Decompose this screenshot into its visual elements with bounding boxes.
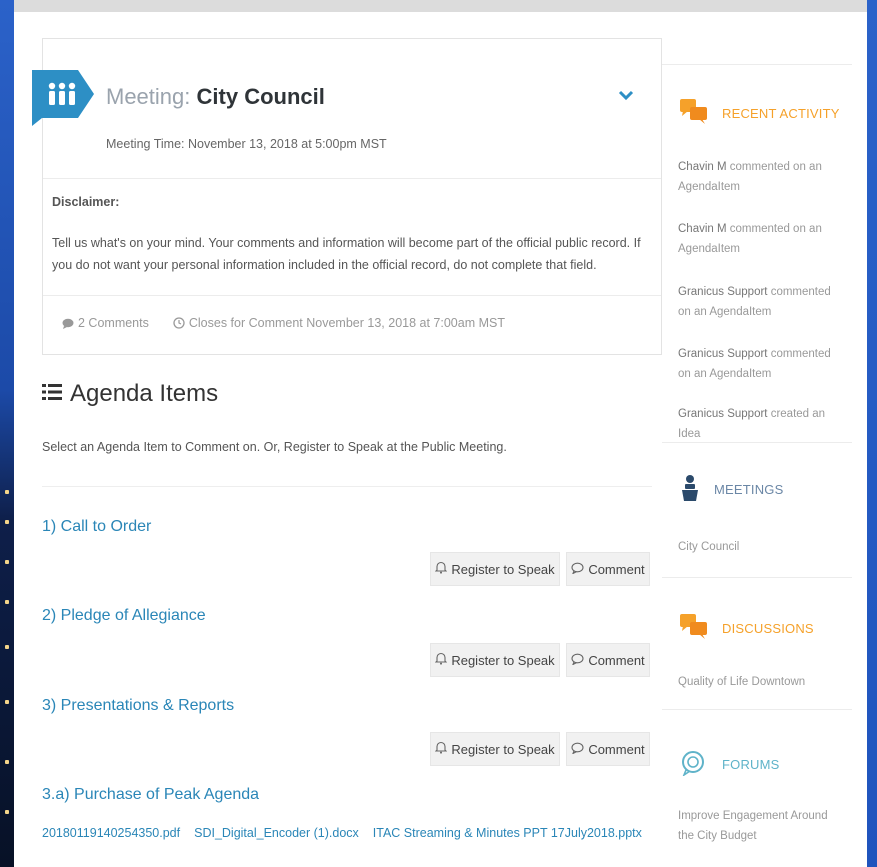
city-light: [5, 760, 9, 764]
agenda-subheading: Select an Agenda Item to Comment on. Or,…: [42, 440, 507, 454]
disclaimer-heading: Disclaimer:: [52, 195, 120, 209]
activity-entry[interactable]: Granicus Support commented on an AgendaI…: [678, 282, 843, 322]
attachment-link[interactable]: SDI_Digital_Encoder (1).docx: [194, 826, 359, 840]
activity-entry-user: Granicus Support: [678, 408, 768, 420]
register-to-speak-button[interactable]: Register to Speak: [430, 643, 560, 677]
agenda-item-link[interactable]: 1) Call to Order: [42, 518, 151, 536]
forum-icon: [680, 750, 708, 779]
chat-bubbles-icon: [680, 99, 708, 128]
activity-entry-user: Chavin M: [678, 223, 727, 235]
comment-label: Comment: [588, 561, 645, 577]
activity-entry[interactable]: Granicus Support created an Idea: [678, 404, 843, 444]
discussions-item[interactable]: Quality of Life Downtown: [678, 672, 843, 692]
city-light: [5, 700, 9, 704]
city-light: [5, 645, 9, 649]
divider: [42, 486, 652, 487]
comments-count-label: 2 Comments: [78, 316, 149, 330]
comment-button[interactable]: Comment: [566, 643, 650, 677]
comment-label: Comment: [588, 741, 645, 757]
comments-count[interactable]: 2 Comments: [62, 316, 149, 330]
activity-entry[interactable]: Granicus Support commented on an AgendaI…: [678, 344, 843, 384]
register-to-speak-label: Register to Speak: [451, 561, 555, 577]
closes-for-comment: Closes for Comment November 13, 2018 at …: [173, 316, 505, 330]
background-right-edge: [867, 0, 877, 867]
activity-entry-user: Granicus Support: [678, 348, 768, 360]
closes-for-comment-label: Closes for Comment November 13, 2018 at …: [188, 316, 505, 330]
city-light: [5, 810, 9, 814]
register-to-speak-button[interactable]: Register to Speak: [430, 552, 560, 586]
activity-entry[interactable]: Chavin M commented on an AgendaItem: [678, 219, 843, 259]
top-bar: [14, 0, 867, 12]
podium-icon: [680, 474, 700, 505]
agenda-subitem-link[interactable]: 3.a) Purchase of Peak Agenda: [42, 786, 259, 804]
agenda-heading-label: Agenda Items: [70, 380, 219, 407]
agenda-heading: Agenda Items: [42, 380, 218, 408]
city-light: [5, 600, 9, 604]
agenda-item-link[interactable]: 3) Presentations & Reports: [42, 697, 234, 715]
register-to-speak-button[interactable]: Register to Speak: [430, 732, 560, 766]
meeting-people-icon: [32, 70, 94, 126]
attachment-link[interactable]: ITAC Streaming & Minutes PPT 17July2018.…: [373, 826, 642, 840]
bell-icon: [435, 561, 448, 577]
comment-icon: [571, 562, 584, 577]
forums-item[interactable]: Improve Engagement Around the City Budge…: [678, 806, 843, 846]
chat-bubbles-icon: [680, 614, 708, 643]
bell-icon: [435, 741, 448, 757]
city-light: [5, 520, 9, 524]
register-to-speak-label: Register to Speak: [451, 652, 555, 668]
background-left-edge: [0, 0, 14, 867]
comment-icon: [571, 742, 584, 757]
discussions-title: DISCUSSIONS: [722, 621, 814, 636]
discussions-heading: DISCUSSIONS: [680, 614, 814, 643]
list-icon: [42, 380, 62, 408]
forums-title: FORUMS: [722, 757, 780, 772]
divider: [43, 178, 661, 179]
meeting-time: Meeting Time: November 13, 2018 at 5:00p…: [106, 137, 387, 151]
comment-icon: [571, 653, 584, 668]
forums-heading: FORUMS: [680, 750, 780, 779]
city-light: [5, 560, 9, 564]
chevron-down-icon[interactable]: [617, 88, 635, 102]
comment-bubble-icon: [62, 318, 74, 329]
activity-entry-user: Chavin M: [678, 161, 727, 173]
attachments-row: 20180119140254350.pdf SDI_Digital_Encode…: [42, 826, 642, 840]
register-to-speak-label: Register to Speak: [451, 741, 555, 757]
meeting-meta: 2 Comments Closes for Comment November 1…: [62, 316, 505, 330]
meeting-title-name: City Council: [196, 84, 325, 109]
meeting-title: Meeting: City Council: [106, 84, 325, 110]
attachment-link[interactable]: 20180119140254350.pdf: [42, 826, 180, 840]
agenda-item-link[interactable]: 2) Pledge of Allegiance: [42, 607, 206, 625]
clock-icon: [173, 317, 185, 329]
meetings-item[interactable]: City Council: [678, 537, 843, 557]
disclaimer-text: Tell us what's on your mind. Your commen…: [52, 236, 641, 272]
comment-button[interactable]: Comment: [566, 552, 650, 586]
comment-button[interactable]: Comment: [566, 732, 650, 766]
activity-entry[interactable]: Chavin M commented on an AgendaItem: [678, 157, 843, 197]
activity-entry-user: Granicus Support: [678, 286, 768, 298]
recent-activity-title: RECENT ACTIVITY: [722, 106, 840, 121]
bell-icon: [435, 652, 448, 668]
meeting-title-label: Meeting:: [106, 84, 191, 109]
recent-activity-heading: RECENT ACTIVITY: [680, 99, 840, 128]
meetings-heading: MEETINGS: [680, 474, 784, 505]
meetings-title: MEETINGS: [714, 482, 784, 497]
city-light: [5, 490, 9, 494]
divider: [43, 295, 661, 296]
comment-label: Comment: [588, 652, 645, 668]
